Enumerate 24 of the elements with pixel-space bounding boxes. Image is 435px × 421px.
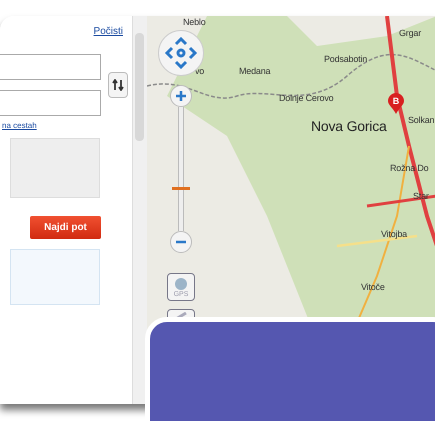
map-marker[interactable]: B [388, 93, 404, 114]
zoom-slider-thumb[interactable] [172, 187, 190, 190]
plus-icon [175, 90, 187, 102]
place-label: Grgar [399, 28, 422, 38]
scrollbar[interactable] [132, 16, 147, 404]
place-label: Medana [239, 66, 270, 76]
ruler-icon [175, 312, 187, 320]
pan-control[interactable] [158, 30, 204, 76]
place-label: vo [195, 66, 204, 76]
find-route-button[interactable]: Najdi pot [30, 216, 101, 239]
road-link[interactable]: na cestah [2, 121, 132, 130]
place-label: Neblo [183, 17, 206, 27]
location-field[interactable] [0, 90, 101, 116]
clear-link[interactable]: Počisti [94, 26, 123, 37]
place-label: Podsabotin [324, 54, 368, 64]
swap-button[interactable] [108, 72, 128, 98]
globe-icon [174, 276, 188, 290]
place-label: Nova Gorica [311, 118, 387, 134]
pan-arrows-icon [163, 35, 199, 71]
zoom-out-button[interactable] [170, 231, 192, 253]
swap-arrows-icon [112, 79, 124, 91]
place-label: Solkan [408, 115, 434, 125]
place-label: Dolnje Cerovo [279, 93, 334, 103]
location-field[interactable] [0, 54, 101, 80]
